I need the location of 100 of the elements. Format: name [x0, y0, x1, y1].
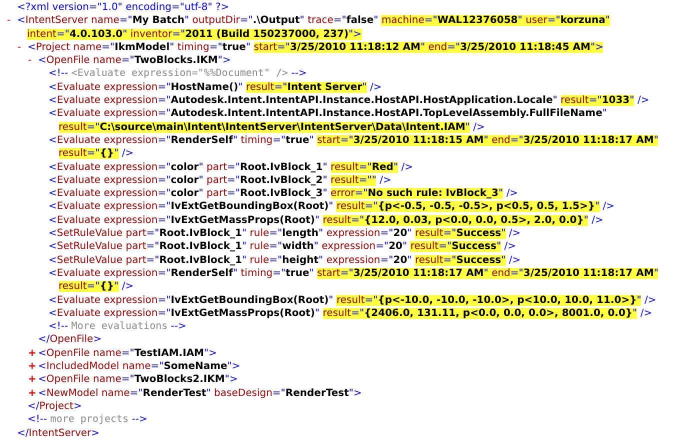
- markup-symbol: =": [277, 42, 290, 53]
- markup-symbol: =": [121, 55, 134, 66]
- attribute-value: WAL12376058: [437, 15, 518, 26]
- attribute-name: name: [93, 374, 122, 386]
- markup-symbol: =": [158, 95, 171, 106]
- markup-symbol: ": [246, 42, 251, 53]
- attribute-value: IvExtGetBoundingBox(Root): [170, 201, 329, 212]
- markup-symbol: ": [402, 241, 408, 252]
- attribute-value: 3/25/2010 11:18:15 AM: [353, 134, 484, 146]
- markup-symbol: =": [130, 388, 143, 399]
- collapse-toggle[interactable]: -: [7, 15, 11, 26]
- attribute-name: part: [206, 174, 228, 186]
- markup-symbol: =": [274, 82, 288, 93]
- attribute-value: color: [170, 174, 199, 186]
- attribute-value: {2406.0, 131.11, p<0.0, 0.0, 0.0>, 8001.0, 0.0}: [364, 308, 633, 319]
- attribute-value: korzuna: [560, 15, 606, 26]
- attribute-value: Red: [372, 162, 394, 173]
- attribute-name: result: [58, 122, 87, 133]
- attribute-value: .\Output: [252, 15, 300, 26]
- markup-symbol: <: [48, 108, 57, 120]
- markup-symbol: =": [358, 162, 372, 173]
- markup-symbol: =": [146, 228, 160, 240]
- markup-symbol: <: [48, 162, 57, 173]
- attribute-value: color: [170, 162, 199, 173]
- tag-name: Evaluate: [56, 268, 101, 279]
- markup-symbol: <: [38, 374, 46, 386]
- markup-symbol: ": [242, 254, 247, 266]
- attribute-name: name: [101, 388, 130, 399]
- attribute-name: result: [560, 95, 589, 106]
- markup-symbol: =": [227, 174, 240, 186]
- xml-declaration: <?xml version="1.0" encoding="utf-8" ?>: [17, 2, 230, 13]
- markup-symbol: />: [640, 308, 652, 319]
- markup-symbol: =": [158, 188, 171, 200]
- tag-name: Evaluate: [56, 108, 101, 120]
- attribute-value: Intent Server: [287, 82, 362, 93]
- tag-name: Project: [36, 42, 70, 53]
- markup-symbol: <: [38, 55, 46, 66]
- markup-symbol: =": [438, 241, 452, 252]
- attribute-value: false: [346, 15, 374, 26]
- markup-symbol: =": [158, 308, 171, 319]
- collapse-toggle[interactable]: -: [18, 42, 22, 53]
- markup-symbol: <: [48, 228, 57, 240]
- attribute-name: timing: [240, 268, 273, 279]
- markup-symbol: ": [498, 188, 504, 200]
- expand-toggle[interactable]: +: [28, 361, 36, 372]
- attribute-name: result: [246, 82, 274, 93]
- collapse-toggle[interactable]: -: [28, 55, 32, 66]
- attribute-name: expression: [104, 95, 158, 106]
- attribute-value: TwoBlocks2.IKM: [134, 374, 225, 386]
- attribute-value: Success: [452, 241, 496, 252]
- markup-symbol: ": [632, 308, 638, 319]
- markup-symbol: =": [102, 42, 115, 53]
- markup-symbol: >: [93, 334, 102, 346]
- tag-name: IncludedModel: [46, 361, 120, 372]
- markup-symbol: ": [114, 281, 119, 292]
- attribute-name: timing: [177, 42, 210, 53]
- markup-symbol: ": [198, 162, 204, 173]
- attribute-name: expression: [104, 174, 158, 186]
- attribute-value: 4.0.103.0: [69, 28, 123, 40]
- markup-symbol: ": [654, 134, 658, 146]
- markup-symbol: =": [158, 82, 171, 93]
- attribute-value: RenderTest: [285, 388, 349, 399]
- markup-symbol: </: [28, 400, 40, 412]
- markup-symbol: =": [380, 254, 394, 266]
- markup-symbol: =": [158, 134, 171, 146]
- markup-symbol: =": [272, 388, 286, 399]
- attribute-name: end: [492, 268, 510, 279]
- markup-symbol: <: [38, 361, 46, 372]
- markup-symbol: ": [322, 162, 328, 173]
- attribute-value: Autodesk.Intent.IntentAPI.Instance.HostAPI.HostApplication.Locale: [170, 95, 553, 106]
- attribute-value: RenderSelf: [170, 134, 233, 146]
- markup-symbol: ": [238, 82, 243, 93]
- markup-symbol: ": [605, 15, 610, 26]
- attribute-value: Root.IvBlock_1: [240, 162, 323, 173]
- attribute-value: height: [282, 254, 319, 266]
- markup-symbol: ": [314, 308, 320, 319]
- attribute-value: 3/25/2010 11:18:17 AM: [523, 134, 654, 146]
- markup-symbol: ="": [358, 174, 376, 186]
- attribute-name: expression: [104, 188, 158, 200]
- tag-name: Evaluate: [56, 95, 101, 106]
- attribute-value: 20: [393, 254, 408, 266]
- attribute-name: result: [414, 254, 444, 266]
- attribute-name: expression: [104, 268, 158, 279]
- markup-symbol: ": [362, 82, 367, 93]
- markup-symbol: =": [351, 308, 364, 319]
- tag-name: SetRuleValue: [56, 241, 123, 252]
- expand-toggle[interactable]: +: [28, 348, 36, 359]
- markup-symbol: ": [465, 122, 470, 133]
- attribute-value: {p<-10.0, -10.0, -10.0>, p<10.0, 10.0, 11.0>}: [378, 294, 637, 306]
- markup-symbol: ">: [348, 28, 362, 40]
- markup-symbol: =": [351, 214, 364, 226]
- expand-toggle[interactable]: +: [28, 374, 36, 386]
- markup-symbol: ": [318, 254, 324, 266]
- attribute-name: result: [330, 162, 359, 173]
- tag-name: Project: [39, 400, 74, 412]
- markup-symbol: ": [309, 268, 314, 279]
- markup-symbol: =": [56, 28, 70, 40]
- markup-symbol: ": [496, 241, 502, 252]
- expand-toggle[interactable]: +: [28, 388, 36, 399]
- attribute-name: expression: [326, 254, 380, 266]
